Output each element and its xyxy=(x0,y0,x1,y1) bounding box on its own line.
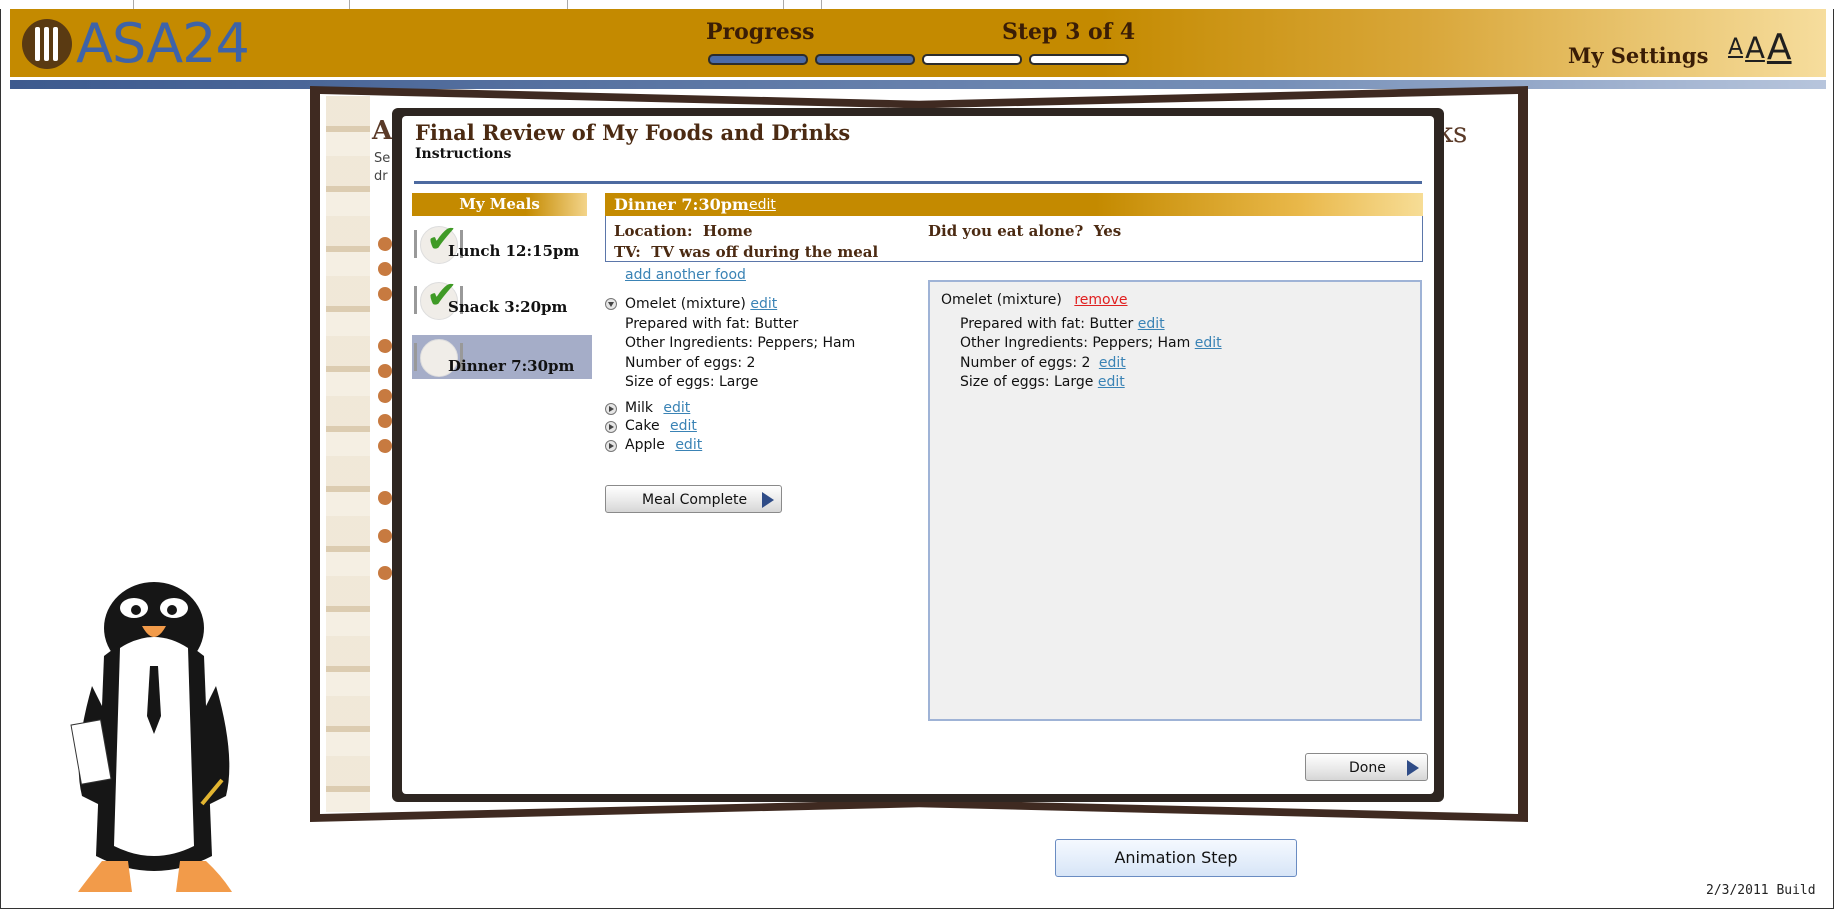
dialog-divider xyxy=(414,181,1422,184)
background-heading: A xyxy=(372,116,393,146)
arrow-right-icon xyxy=(1407,760,1419,776)
edit-food-link[interactable]: edit xyxy=(663,400,690,416)
step-label: Step 3 of 4 xyxy=(1002,19,1136,45)
progress-segment-2 xyxy=(815,54,915,65)
top-strip xyxy=(0,0,1836,9)
done-button[interactable]: Done xyxy=(1305,753,1428,781)
food-item-cake: Cake edit xyxy=(625,418,697,434)
progress-segment-1 xyxy=(708,54,808,65)
bullet-icon xyxy=(378,364,392,378)
edit-detail-link[interactable]: edit xyxy=(1138,316,1165,332)
penguin-mascot xyxy=(70,582,232,892)
collapse-toggle-icon[interactable] xyxy=(605,298,617,310)
food-item-omelet: Omelet (mixture) edit xyxy=(625,296,778,312)
bullet-icon xyxy=(378,389,392,403)
font-size-large[interactable]: A xyxy=(1767,28,1792,68)
expand-toggle-icon[interactable] xyxy=(605,403,617,415)
edit-detail-link[interactable]: edit xyxy=(1195,335,1222,351)
font-size-medium[interactable]: A xyxy=(1745,28,1765,68)
font-size-selector: A A A xyxy=(1728,28,1794,68)
meal-label: Lunch 12:15pm xyxy=(448,242,580,260)
add-another-food-link[interactable]: add another food xyxy=(625,267,746,283)
edit-detail-link[interactable]: edit xyxy=(1099,355,1126,371)
bullet-icon xyxy=(378,439,392,453)
font-size-small[interactable]: A xyxy=(1728,28,1743,68)
expand-toggle-icon[interactable] xyxy=(605,440,617,452)
detail-line: Size of eggs: Large edit xyxy=(960,374,1125,390)
food-detail: Number of eggs: 2 xyxy=(625,355,756,371)
header-bar xyxy=(10,9,1826,77)
bullet-icon xyxy=(378,339,392,353)
edit-food-link[interactable]: edit xyxy=(675,437,702,453)
food-item-apple: Apple edit xyxy=(625,437,703,453)
meal-location: Location: Home xyxy=(614,222,753,240)
bullet-icon xyxy=(378,262,392,276)
bullet-icon xyxy=(378,237,392,251)
food-detail: Size of eggs: Large xyxy=(625,374,759,390)
logo-text: ASA24 xyxy=(76,12,250,75)
instructions-link[interactable]: Instructions xyxy=(415,146,511,162)
detail-line: Prepared with fat: Butter edit xyxy=(960,316,1165,332)
food-item-milk: Milk edit xyxy=(625,400,691,416)
background-subtext: Se dr xyxy=(374,151,391,184)
edit-food-link[interactable]: edit xyxy=(670,418,697,434)
my-meals-header: My Meals xyxy=(412,193,587,216)
bullet-icon xyxy=(378,414,392,428)
header-rule xyxy=(10,80,1826,89)
meal-tv: TV: TV was off during the meal xyxy=(614,243,879,261)
detail-food-name: Omelet (mixture) remove xyxy=(941,292,1128,308)
meal-ate-alone: Did you eat alone? Yes xyxy=(928,222,1122,240)
edit-food-link[interactable]: edit xyxy=(750,296,777,312)
arrow-right-icon xyxy=(762,492,774,508)
current-meal-title: Dinner 7:30pm xyxy=(614,195,749,214)
build-label: 2/3/2011 Build xyxy=(1706,883,1816,898)
vine-decoration xyxy=(326,96,370,812)
meal-item-snack[interactable]: ✔ Snack 3:20pm xyxy=(412,276,592,322)
edit-meal-link[interactable]: edit xyxy=(749,197,776,213)
detail-line: Number of eggs: 2 edit xyxy=(960,355,1126,371)
bullet-icon xyxy=(378,491,392,505)
food-detail: Other Ingredients: Peppers; Ham xyxy=(625,335,856,351)
animation-step-button[interactable]: Animation Step xyxy=(1055,839,1297,877)
detail-line: Other Ingredients: Peppers; Ham edit xyxy=(960,335,1222,351)
edit-detail-link[interactable]: edit xyxy=(1098,374,1125,390)
bullet-icon xyxy=(378,287,392,301)
expand-toggle-icon[interactable] xyxy=(605,421,617,433)
meal-complete-button[interactable]: Meal Complete xyxy=(605,485,782,513)
progress-segment-4 xyxy=(1029,54,1129,65)
asa24-logo: ASA24 xyxy=(22,12,250,75)
my-settings-link[interactable]: My Settings xyxy=(1568,43,1708,68)
remove-food-link[interactable]: remove xyxy=(1074,292,1127,308)
food-detail: Prepared with fat: Butter xyxy=(625,316,799,332)
progress-segment-3 xyxy=(922,54,1022,65)
bullet-icon xyxy=(378,529,392,543)
progress-label: Progress xyxy=(706,19,815,45)
meal-label: Dinner 7:30pm xyxy=(448,357,575,375)
bullet-icon xyxy=(378,566,392,580)
meal-item-lunch[interactable]: ✔ Lunch 12:15pm xyxy=(412,220,592,266)
meal-item-dinner[interactable]: Dinner 7:30pm xyxy=(412,335,592,379)
utensils-icon xyxy=(22,19,72,69)
meal-label: Snack 3:20pm xyxy=(448,298,568,316)
dialog-title: Final Review of My Foods and Drinks xyxy=(415,120,851,145)
